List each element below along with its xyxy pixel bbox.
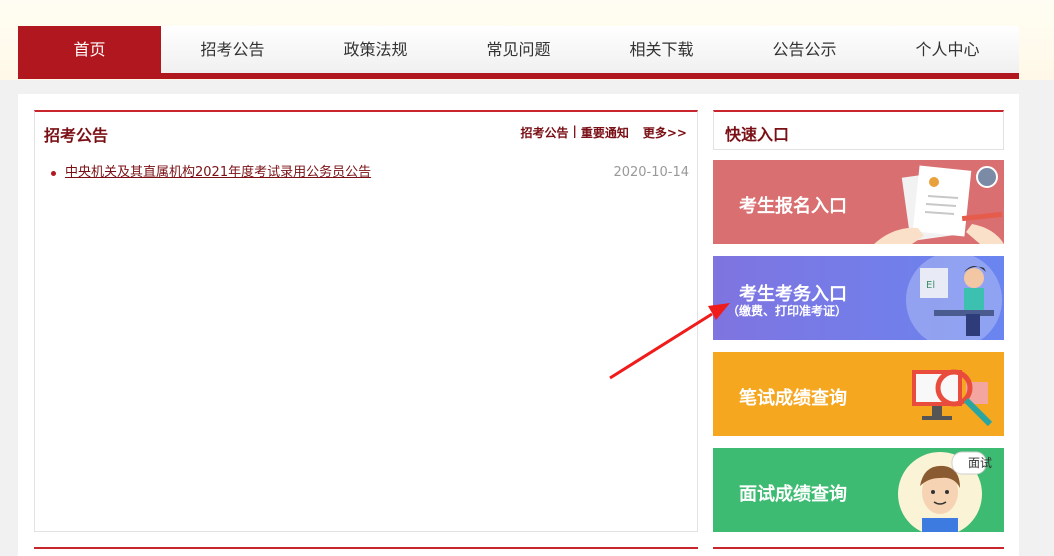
panel-links: 招考公告 | 重要通知 更多>> — [520, 124, 687, 141]
list-item: 中央机关及其直属机构2021年度考试录用公务员公告 2020-10-14 — [49, 162, 689, 184]
news-date: 2020-10-14 — [613, 165, 689, 180]
student-at-desk-icon: El — [906, 256, 1002, 340]
svg-text:El: El — [926, 280, 935, 291]
news-list: 中央机关及其直属机构2021年度考试录用公务员公告 2020-10-14 — [49, 162, 689, 184]
interview-score-query-button[interactable]: 面试成绩查询 面试 — [713, 448, 1004, 532]
nav-item-downloads[interactable]: 相关下载 — [590, 26, 733, 73]
nav-item-policy[interactable]: 政策法规 — [304, 26, 447, 73]
main-nav: 首页 招考公告 政策法规 常见问题 相关下载 公告公示 个人中心 — [18, 26, 1019, 79]
button-label: 面试成绩查询 — [739, 484, 847, 505]
panel-title: 招考公告 — [44, 126, 109, 145]
quick-entry-panel: 快速入口 考生报名入口 考生考务入口 （缴费、打印准考证） El 笔试成绩查询 … — [713, 110, 1004, 532]
interview-badge: 面试 — [968, 456, 993, 470]
nav-item-faq[interactable]: 常见问题 — [447, 26, 590, 73]
button-label: 考生报名入口 — [739, 196, 847, 217]
quick-entry-title: 快速入口 — [713, 110, 1004, 150]
nav-item-home[interactable]: 首页 — [18, 26, 161, 73]
registration-entry-button[interactable]: 考生报名入口 — [713, 160, 1004, 244]
nav-item-personal-center[interactable]: 个人中心 — [876, 26, 1019, 73]
recruit-notice-link[interactable]: 招考公告 — [520, 124, 568, 141]
button-sublabel: （缴费、打印准考证） — [727, 304, 848, 318]
nav-item-recruit-notice[interactable]: 招考公告 — [161, 26, 304, 73]
exam-affairs-entry-button[interactable]: 考生考务入口 （缴费、打印准考证） El — [713, 256, 1004, 340]
magnifier-monitor-icon — [912, 369, 993, 427]
next-panel-border — [713, 547, 1004, 556]
next-panel-border — [34, 547, 698, 556]
application-form-icon — [874, 165, 1004, 244]
button-label: 笔试成绩查询 — [739, 388, 847, 409]
link-separator: | — [572, 124, 577, 138]
main-content: 招考公告 招考公告 | 重要通知 更多>> 中央机关及其直属机构2021年度考试… — [18, 94, 1019, 556]
news-title-link[interactable]: 中央机关及其直属机构2021年度考试录用公务员公告 — [49, 162, 371, 184]
important-notice-link[interactable]: 重要通知 — [581, 124, 629, 141]
announcement-panel: 招考公告 招考公告 | 重要通知 更多>> 中央机关及其直属机构2021年度考试… — [34, 110, 698, 532]
pointer-arrow-annotation — [609, 303, 730, 380]
more-link[interactable]: 更多>> — [643, 124, 687, 141]
nav-item-publicity[interactable]: 公告公示 — [733, 26, 876, 73]
written-score-query-button[interactable]: 笔试成绩查询 — [713, 352, 1004, 436]
